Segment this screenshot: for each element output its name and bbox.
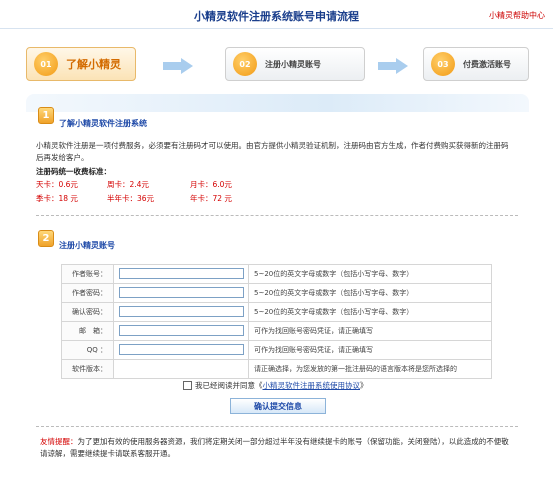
step-3-label: 付费激活账号 <box>463 59 511 69</box>
form-row-confirm: 确认密码： 5~20位的英文字母或数字（包括小写字母、数字） <box>61 302 492 322</box>
step-2-label: 注册小精灵账号 <box>265 59 321 69</box>
price-month: 月卡：6.0元 <box>190 180 232 189</box>
email-hint: 可作为找回账号密码凭证，请正确填写 <box>248 321 492 341</box>
intro-text: 小精灵软件注册是一项付费服务，必须要有注册码才可以使用。由官方提供小精灵验证机制… <box>36 141 509 162</box>
step-1-learn[interactable]: 01 了解小精灵 <box>26 47 136 81</box>
section-header-band <box>26 94 529 112</box>
step-3-activate[interactable]: 03 付费激活账号 <box>423 47 529 81</box>
price-day: 天卡：0.6元 <box>36 180 78 189</box>
step-1-label: 了解小精灵 <box>66 58 121 71</box>
version-select[interactable] <box>113 359 249 379</box>
section-2-title: 注册小精灵账号 <box>59 241 115 250</box>
price-halfyear: 半年卡：36元 <box>107 194 155 203</box>
step-3-number: 03 <box>431 52 455 76</box>
version-hint: 请正确选择，为您发放的第一批注册码的语言版本将是您所选择的 <box>248 359 492 379</box>
qq-input[interactable] <box>119 344 244 355</box>
step-2-number: 02 <box>233 52 257 76</box>
section-1-title: 了解小精灵软件注册系统 <box>59 119 147 128</box>
page-title: 小精灵软件注册系统账号申请流程 <box>194 10 359 23</box>
agreement-row: 我已经阅读并同意《 小精灵软件注册系统使用协议 》 <box>183 380 368 391</box>
qq-label: QQ ： <box>61 340 114 360</box>
agreement-link[interactable]: 小精灵软件注册系统使用协议 <box>263 380 361 391</box>
price-heading: 注册码统一收费标准： <box>36 167 111 176</box>
confirm-password-input[interactable] <box>119 306 244 317</box>
account-hint: 5~20位的英文字母或数字（包括小写字母、数字） <box>248 264 492 284</box>
password-label: 作者密码： <box>61 283 114 303</box>
email-label: 邮 箱： <box>61 321 114 341</box>
email-input[interactable] <box>119 325 244 336</box>
header-divider <box>0 28 553 29</box>
form-row-account: 作者账号： 5~20位的英文字母或数字（包括小写字母、数字） <box>61 264 492 284</box>
reminder-notice: 友情提醒：为了更加有效的使用服务器资源，我们将定期关闭一部分超过半年没有继续提卡… <box>40 436 510 460</box>
agree-checkbox[interactable] <box>183 381 192 390</box>
form-row-qq: QQ ： 可作为找回账号密码凭证，请正确填写 <box>61 340 492 360</box>
confirm-password-label: 确认密码： <box>61 302 114 322</box>
section-1-badge-icon: 1 <box>38 107 54 124</box>
section-2-badge-icon: 2 <box>38 230 54 247</box>
section-divider <box>36 215 518 216</box>
arrow-right-icon <box>163 58 193 74</box>
confirm-password-hint: 5~20位的英文字母或数字（包括小写字母、数字） <box>248 302 492 322</box>
account-label: 作者账号： <box>61 264 114 284</box>
version-label: 软件版本： <box>61 359 114 379</box>
reminder-text: 为了更加有效的使用服务器资源，我们将定期关闭一部分超过半年没有继续提卡的账号（保… <box>40 437 509 458</box>
submit-button[interactable]: 确认提交信息 <box>230 398 326 414</box>
password-hint: 5~20位的英文字母或数字（包括小写字母、数字） <box>248 283 492 303</box>
help-center-link[interactable]: 小精灵帮助中心 <box>489 10 545 21</box>
reminder-prefix: 友情提醒： <box>40 437 78 446</box>
form-row-version: 软件版本： 请正确选择，为您发放的第一批注册码的语言版本将是您所选择的 <box>61 359 492 379</box>
footer-divider <box>36 426 518 427</box>
author-password-input[interactable] <box>119 287 244 298</box>
agree-text-end: 》 <box>360 381 368 390</box>
form-row-password: 作者密码： 5~20位的英文字母或数字（包括小写字母、数字） <box>61 283 492 303</box>
form-row-email: 邮 箱： 可作为找回账号密码凭证，请正确填写 <box>61 321 492 341</box>
step-1-number: 01 <box>34 52 58 76</box>
register-form-table: 作者账号： 5~20位的英文字母或数字（包括小写字母、数字） 作者密码： 5~2… <box>61 264 492 379</box>
step-2-register[interactable]: 02 注册小精灵账号 <box>225 47 365 81</box>
qq-hint: 可作为找回账号密码凭证，请正确填写 <box>248 340 492 360</box>
arrow-right-icon <box>378 58 408 74</box>
agree-text: 我已经阅读并同意《 <box>195 381 263 390</box>
price-season: 季卡：18 元 <box>36 194 78 203</box>
price-week: 周卡：2.4元 <box>107 180 149 189</box>
price-year: 年卡：72 元 <box>190 194 232 203</box>
author-account-input[interactable] <box>119 268 244 279</box>
